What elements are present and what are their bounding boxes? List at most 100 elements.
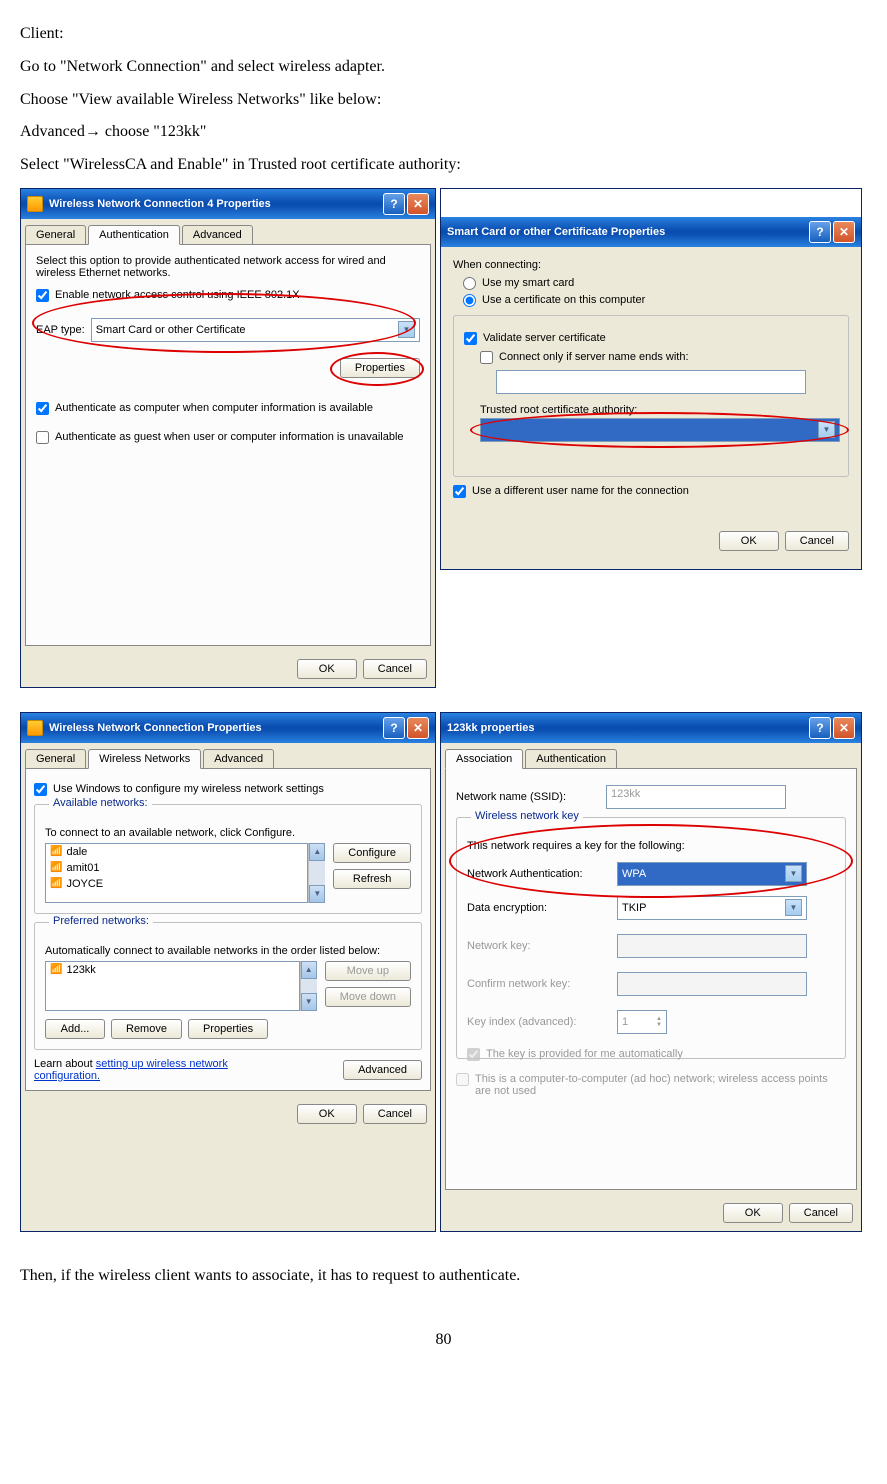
help-button[interactable]: ? [809, 717, 831, 739]
help-button[interactable]: ? [383, 717, 405, 739]
wireless-key-title: Wireless network key [471, 810, 583, 822]
use-cert-label: Use a certificate on this computer [482, 294, 645, 306]
remove-button[interactable]: Remove [111, 1019, 182, 1039]
ssid-input: 123kk [606, 785, 786, 809]
net-auth-combo[interactable]: WPA ▼ [617, 862, 807, 886]
enable-8021x-label: Enable network access control using IEEE… [55, 289, 300, 301]
movedown-button[interactable]: Move down [325, 987, 411, 1007]
scrollbar[interactable]: ▲ ▼ [300, 961, 317, 1011]
doc-line-6: Then, if the wireless client wants to as… [20, 1262, 867, 1291]
tab-advanced[interactable]: Advanced [182, 225, 253, 245]
diff-user-checkbox[interactable] [453, 485, 466, 498]
confirm-key-input [617, 972, 807, 996]
auth-guest-label: Authenticate as guest when user or compu… [55, 431, 404, 443]
list-item: 📶123kk [46, 962, 299, 978]
app-icon [27, 720, 43, 736]
validate-checkbox[interactable] [464, 332, 477, 345]
scrollbar[interactable]: ▲ ▼ [308, 843, 325, 903]
scroll-up-icon[interactable]: ▲ [309, 843, 325, 861]
network-key-input [617, 934, 807, 958]
connect-only-label: Connect only if server name ends with: [499, 351, 689, 363]
server-name-input[interactable] [496, 370, 806, 394]
tab-wireless[interactable]: Wireless Networks [88, 749, 201, 769]
tab-association[interactable]: Association [445, 749, 523, 769]
preferred-desc: Automatically connect to available netwo… [45, 945, 411, 957]
scroll-up-icon[interactable]: ▲ [301, 961, 317, 979]
key-desc: This network requires a key for the foll… [467, 840, 835, 852]
chevron-down-icon: ▼ [785, 899, 802, 916]
properties-button[interactable]: Properties [188, 1019, 268, 1039]
tab-authentication[interactable]: Authentication [525, 749, 617, 769]
use-smartcard-label: Use my smart card [482, 277, 574, 289]
cancel-button[interactable]: Cancel [363, 659, 427, 679]
moveup-button[interactable]: Move up [325, 961, 411, 981]
eap-type-combo[interactable]: Smart Card or other Certificate ▼ [91, 318, 420, 342]
help-button[interactable]: ? [383, 193, 405, 215]
use-smartcard-radio[interactable] [463, 277, 476, 290]
key-index-label: Key index (advanced): [467, 1016, 607, 1028]
ok-button[interactable]: OK [723, 1203, 783, 1223]
chevron-down-icon: ▼ [785, 865, 802, 882]
cancel-button[interactable]: Cancel [363, 1104, 427, 1124]
auth-computer-label: Authenticate as computer when computer i… [55, 402, 373, 414]
list-item: 📶amit01 [46, 860, 307, 876]
auth-computer-checkbox[interactable] [36, 402, 49, 415]
configure-button[interactable]: Configure [333, 843, 411, 863]
list-item: 📶JOYCE [46, 876, 307, 892]
data-enc-label: Data encryption: [467, 902, 607, 914]
refresh-button[interactable]: Refresh [333, 869, 411, 889]
available-networks-title: Available networks: [49, 797, 152, 809]
spinner-arrows-icon: ▲▼ [656, 1016, 662, 1028]
tab-authentication[interactable]: Authentication [88, 225, 180, 245]
ok-button[interactable]: OK [297, 659, 357, 679]
key-auto-label: The key is provided for me automatically [486, 1048, 683, 1060]
cancel-button[interactable]: Cancel [785, 531, 849, 551]
tab-general[interactable]: General [25, 749, 86, 769]
eap-type-value: Smart Card or other Certificate [96, 324, 246, 336]
dialog-wnc4-properties: Wireless Network Connection 4 Properties… [20, 188, 436, 688]
title-text: Smart Card or other Certificate Properti… [447, 226, 665, 238]
ok-button[interactable]: OK [719, 531, 779, 551]
ok-button[interactable]: OK [297, 1104, 357, 1124]
advanced-button[interactable]: Advanced [343, 1060, 422, 1080]
close-button[interactable]: ✕ [407, 193, 429, 215]
key-auto-checkbox [467, 1048, 480, 1061]
available-networks-list[interactable]: 📶dale 📶amit01 📶JOYCE [45, 843, 308, 903]
scroll-down-icon[interactable]: ▼ [301, 993, 317, 1011]
tab-advanced[interactable]: Advanced [203, 749, 274, 769]
titlebar[interactable]: Smart Card or other Certificate Properti… [441, 217, 861, 247]
tab-general[interactable]: General [25, 225, 86, 245]
doc-line-5: Select "WirelessCA and Enable" in Truste… [20, 151, 867, 180]
doc-line-4: Advanced→ choose "123kk" [20, 118, 867, 147]
trusted-root-label: Trusted root certificate authority: [480, 404, 838, 416]
cancel-button[interactable]: Cancel [789, 1203, 853, 1223]
when-connecting-label: When connecting: [453, 259, 849, 271]
scroll-down-icon[interactable]: ▼ [309, 885, 325, 903]
preferred-networks-list[interactable]: 📶123kk [45, 961, 300, 1011]
close-button[interactable]: ✕ [833, 717, 855, 739]
confirm-key-label: Confirm network key: [467, 978, 607, 990]
titlebar[interactable]: Wireless Network Connection Properties ?… [21, 713, 435, 743]
use-windows-checkbox[interactable] [34, 783, 47, 796]
use-windows-label: Use Windows to configure my wireless net… [53, 783, 324, 795]
enable-8021x-checkbox[interactable] [36, 289, 49, 302]
properties-button[interactable]: Properties [340, 358, 420, 378]
close-button[interactable]: ✕ [833, 221, 855, 243]
dialog-wnc-properties: Wireless Network Connection Properties ?… [20, 712, 436, 1232]
help-button[interactable]: ? [809, 221, 831, 243]
trusted-root-combo[interactable]: ▼ [480, 418, 840, 442]
use-cert-radio[interactable] [463, 294, 476, 307]
add-button[interactable]: Add... [45, 1019, 105, 1039]
chevron-down-icon: ▼ [818, 421, 835, 438]
auth-guest-checkbox[interactable] [36, 431, 49, 444]
titlebar[interactable]: Wireless Network Connection 4 Properties… [21, 189, 435, 219]
list-item: 📶dale [46, 844, 307, 860]
dialog-smartcard-cert: Smart Card or other Certificate Properti… [440, 188, 862, 570]
eap-type-label: EAP type: [36, 324, 85, 336]
data-enc-combo[interactable]: TKIP ▼ [617, 896, 807, 920]
titlebar[interactable]: 123kk properties ? ✕ [441, 713, 861, 743]
connect-only-checkbox[interactable] [480, 351, 493, 364]
signal-icon: 📶 [50, 862, 62, 873]
close-button[interactable]: ✕ [407, 717, 429, 739]
available-desc: To connect to an available network, clic… [45, 827, 411, 839]
